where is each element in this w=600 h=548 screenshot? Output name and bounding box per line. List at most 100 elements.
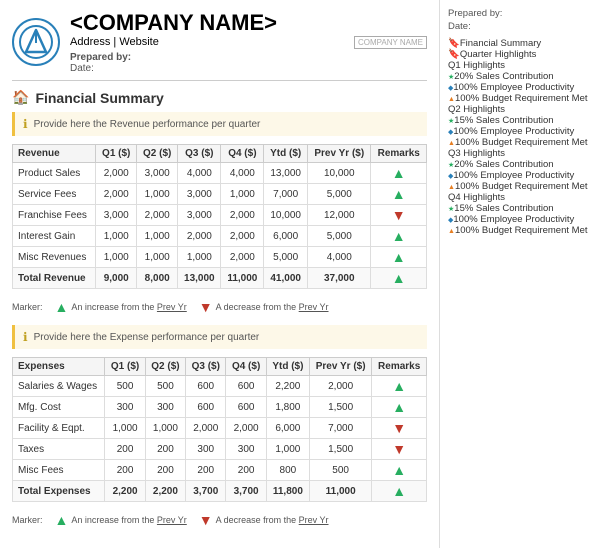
- cell-ytd: 2,200: [266, 376, 309, 397]
- sidebar-nav-item: ▲100% Budget Requirement Met: [448, 225, 592, 236]
- cell-remark: ▼: [372, 418, 427, 439]
- nav-item-label: 15% Sales Contribution: [454, 115, 553, 126]
- nav-item-icon: ▲: [448, 140, 455, 147]
- cell-prev: 5,000: [308, 226, 371, 247]
- exp-col-ytd: Ytd ($): [266, 358, 309, 376]
- cell-prev: 10,000: [308, 163, 371, 184]
- cell-q2: 1,000: [137, 226, 178, 247]
- cell-q3: 3,000: [178, 205, 221, 226]
- nav-item-label: 100% Budget Requirement Met: [455, 225, 588, 236]
- exp-col-q4: Q4 ($): [226, 358, 266, 376]
- exp-col-label: Expenses: [13, 358, 105, 376]
- arrow-up-icon: ▲: [392, 399, 406, 415]
- sidebar-nav-section[interactable]: 🔖Financial Summary: [448, 38, 592, 49]
- cell-q3: 2,000: [178, 226, 221, 247]
- company-name: <COMPANY NAME>: [70, 10, 277, 36]
- cell-q3: 200: [186, 460, 226, 481]
- cell-remark: ▼: [372, 439, 427, 460]
- expense-table: Expenses Q1 ($) Q2 ($) Q3 ($) Q4 ($) Ytd…: [12, 357, 427, 502]
- cell-ytd: 1,000: [266, 439, 309, 460]
- marker-label: Marker:: [12, 302, 43, 312]
- cell-q4: 2,000: [221, 247, 264, 268]
- cell-ytd: 6,000: [264, 226, 308, 247]
- sidebar-nav-section[interactable]: 🔖Quarter Highlights: [448, 49, 592, 60]
- cell-q2: 1,000: [137, 247, 178, 268]
- nav-item-icon: ▲: [448, 96, 455, 103]
- cell-q4: 2,000: [221, 205, 264, 226]
- expense-info-box: ℹ Provide here the Expense performance p…: [12, 325, 427, 349]
- col-revenue: Revenue: [13, 145, 96, 163]
- prepared-section: Prepared by: Date:: [70, 52, 277, 74]
- expense-table-scroll: Expenses Q1 ($) Q2 ($) Q3 ($) Q4 ($) Ytd…: [12, 357, 427, 508]
- cell-label: Total Revenue: [13, 268, 96, 289]
- cell-q4: 3,700: [226, 481, 266, 502]
- nav-item-icon: ▲: [448, 184, 455, 191]
- cell-remark: ▲: [371, 226, 427, 247]
- cell-label: Taxes: [13, 439, 105, 460]
- arrow-up-icon: ▲: [392, 186, 406, 202]
- company-logo: [12, 18, 60, 66]
- cell-ytd: 7,000: [264, 184, 308, 205]
- logo-label-area: COMPANY NAME: [354, 36, 427, 49]
- arrow-down-icon: ▼: [392, 207, 406, 223]
- table-row: Misc Fees 200 200 200 200 800 500 ▲: [13, 460, 427, 481]
- table-row: Mfg. Cost 300 300 600 600 1,800 1,500 ▲: [13, 397, 427, 418]
- cell-ytd: 1,800: [266, 397, 309, 418]
- revenue-marker: Marker: ▲ An increase from the Prev Yr ▼…: [12, 299, 427, 315]
- exp-arrow-up-icon: ▲: [55, 512, 69, 528]
- arrow-up-icon: ▲: [392, 378, 406, 394]
- cell-q2: 300: [145, 397, 185, 418]
- arrow-up-icon: ▲: [392, 228, 406, 244]
- exp-col-q1: Q1 ($): [105, 358, 145, 376]
- cell-q1: 9,000: [96, 268, 137, 289]
- cell-label: Mfg. Cost: [13, 397, 105, 418]
- cell-q1: 200: [105, 460, 145, 481]
- revenue-info-text: Provide here the Revenue performance per…: [34, 119, 261, 130]
- cell-remark: ▲: [371, 184, 427, 205]
- expense-info-text: Provide here the Expense performance per…: [34, 332, 260, 343]
- sidebar-nav-item: ★15% Sales Contribution: [448, 115, 592, 126]
- cell-q3: 600: [186, 376, 226, 397]
- cell-ytd: 5,000: [264, 247, 308, 268]
- cell-remark: ▲: [372, 460, 427, 481]
- sidebar-nav-item: ▲100% Budget Requirement Met: [448, 93, 592, 104]
- sidebar-prepared-label: Prepared by:: [448, 8, 592, 19]
- sidebar-subsection: Q2 Highlights: [448, 104, 592, 115]
- col-ytd: Ytd ($): [264, 145, 308, 163]
- sidebar-nav-item: ◆100% Employee Productivity: [448, 214, 592, 225]
- expense-table-header-row: Expenses Q1 ($) Q2 ($) Q3 ($) Q4 ($) Ytd…: [13, 358, 427, 376]
- cell-label: Franchise Fees: [13, 205, 96, 226]
- cell-q4: 2,000: [226, 418, 266, 439]
- sidebar-nav-item: ▲100% Budget Requirement Met: [448, 137, 592, 148]
- cell-label: Product Sales: [13, 163, 96, 184]
- nav-item-label: 20% Sales Contribution: [454, 71, 553, 82]
- cell-prev: 1,500: [309, 397, 371, 418]
- cell-q2: 2,000: [137, 205, 178, 226]
- cell-remark: ▼: [371, 205, 427, 226]
- table-row: Total Revenue 9,000 8,000 13,000 11,000 …: [13, 268, 427, 289]
- nav-item-icon: ▲: [448, 228, 455, 235]
- table-row: Service Fees 2,000 1,000 3,000 1,000 7,0…: [13, 184, 427, 205]
- exp-col-q2: Q2 ($): [145, 358, 185, 376]
- cell-remark: ▲: [372, 376, 427, 397]
- cell-ytd: 41,000: [264, 268, 308, 289]
- sidebar-nav-item: ◆100% Employee Productivity: [448, 82, 592, 93]
- arrow-up-icon: ▲: [392, 165, 406, 181]
- nav-item-label: 100% Employee Productivity: [453, 170, 574, 181]
- cell-q2: 200: [145, 439, 185, 460]
- exp-col-q3: Q3 ($): [186, 358, 226, 376]
- cell-label: Misc Fees: [13, 460, 105, 481]
- exp-col-prev: Prev Yr ($): [309, 358, 371, 376]
- sidebar-date-label: Date:: [448, 21, 592, 32]
- exp-marker-label: Marker:: [12, 515, 43, 525]
- sidebar: Prepared by: Date: 🔖Financial Summary🔖Qu…: [440, 0, 600, 548]
- exp-marker-down-text: A decrease from the Prev Yr: [216, 515, 329, 525]
- cell-q1: 1,000: [96, 247, 137, 268]
- marker-up-text: An increase from the Prev Yr: [71, 302, 186, 312]
- sidebar-nav-item: ◆100% Employee Productivity: [448, 126, 592, 137]
- sidebar-subsection: Q4 Highlights: [448, 192, 592, 203]
- cell-q2: 8,000: [137, 268, 178, 289]
- financial-summary-icon: 🏠: [12, 89, 29, 106]
- exp-marker-up-text: An increase from the Prev Yr: [71, 515, 186, 525]
- cell-prev: 500: [309, 460, 371, 481]
